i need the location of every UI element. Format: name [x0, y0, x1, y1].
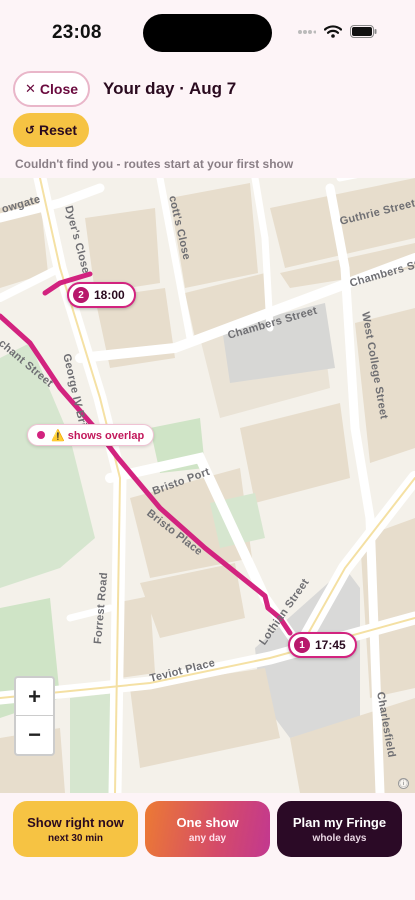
location-message: Couldn't find you - routes start at your…	[15, 157, 294, 171]
overlap-label: ⚠️ shows overlap	[51, 429, 145, 442]
reset-button[interactable]: ↺ Reset	[13, 113, 89, 147]
pin-number: 2	[73, 287, 89, 303]
attribution-info-icon[interactable]: ⓘ	[398, 778, 409, 789]
reset-icon: ↺	[24, 123, 35, 137]
action-sublabel: next 30 min	[47, 832, 104, 844]
battery-icon	[350, 25, 377, 38]
action-sublabel: whole days	[312, 832, 367, 844]
page-title: Your day · Aug 7	[103, 79, 237, 98]
zoom-in-button[interactable]: +	[16, 678, 53, 716]
status-time: 23:08	[52, 22, 102, 43]
overlap-dot	[37, 431, 45, 439]
reset-label: Reset	[38, 122, 78, 138]
status-bar: 23:08	[0, 0, 415, 66]
bottom-action-bar: Show right now next 30 min One show any …	[0, 793, 415, 900]
show-pin-1[interactable]: 1 17:45	[288, 632, 357, 658]
overlap-warning-badge[interactable]: ⚠️ shows overlap	[27, 424, 155, 446]
pin-time: 18:00	[94, 288, 125, 302]
action-label: Show right now	[27, 814, 124, 830]
show-pin-2[interactable]: 2 18:00	[67, 282, 136, 308]
zoom-controls: + −	[14, 676, 55, 756]
one-show-button[interactable]: One show any day	[145, 801, 270, 857]
action-label: Plan my Fringe	[292, 814, 387, 830]
signal-icon	[298, 29, 316, 34]
close-button[interactable]: ✕ Close	[13, 71, 90, 107]
route-map[interactable]: owgate Dyer's Close cott's Close Guthrie…	[0, 178, 415, 793]
top-bar: ✕ Close Your day · Aug 7 ↺ Reset Couldn'…	[0, 66, 415, 178]
map-base	[0, 178, 415, 793]
action-label: One show	[176, 814, 239, 830]
show-right-now-button[interactable]: Show right now next 30 min	[13, 801, 138, 857]
close-label: Close	[39, 81, 79, 97]
wifi-icon	[324, 25, 342, 38]
status-icons	[298, 25, 377, 38]
close-icon: ✕	[24, 81, 36, 96]
dynamic-island	[143, 14, 272, 52]
action-sublabel: any day	[188, 832, 227, 844]
pin-number: 1	[294, 637, 310, 653]
pin-time: 17:45	[315, 638, 346, 652]
plan-my-fringe-button[interactable]: Plan my Fringe whole days	[277, 801, 402, 857]
zoom-out-button[interactable]: −	[16, 716, 53, 754]
